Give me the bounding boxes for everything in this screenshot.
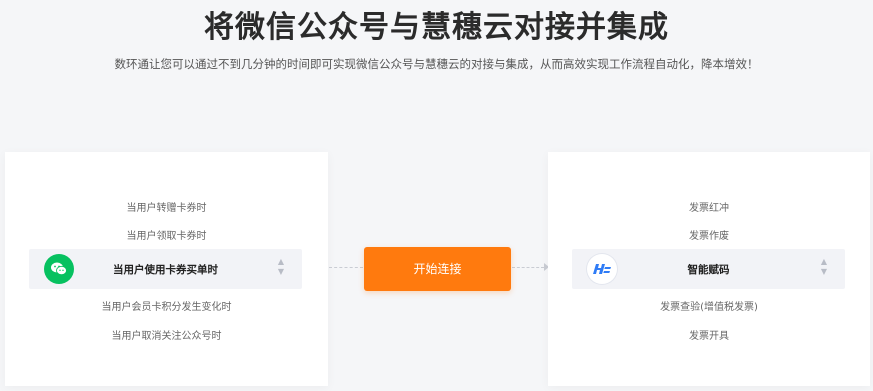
connector-line-left [329,267,363,268]
trigger-option[interactable]: 当用户取消关注公众号时 [5,327,328,342]
up-down-arrows-icon[interactable]: ▲ ▼ [819,257,829,281]
trigger-option[interactable]: 当用户转赠卡券时 [5,199,328,214]
start-connect-button[interactable]: 开始连接 [364,247,511,291]
trigger-panel: 当用户转赠卡券时 当用户领取卡券时 当用户使用卡券买单时 ▲ ▼ 当用户会员卡积分… [5,152,328,386]
trigger-option[interactable]: 当用户会员卡积分发生变化时 [5,298,328,313]
up-down-arrows-icon[interactable]: ▲ ▼ [276,257,286,281]
action-selected-label: 智能赋码 [687,264,730,276]
connector-line-right [512,267,544,268]
action-option[interactable]: 发票红冲 [548,199,870,214]
page-subtitle: 数环通让您可以通过不到几分钟的时间即可实现微信公众号与慧穗云的对接与集成，从而高… [114,57,759,71]
action-option[interactable]: 发票开具 [548,327,870,342]
action-option[interactable]: 发票作废 [548,227,870,242]
action-option[interactable]: 发票查验(增值税发票) [548,298,870,313]
action-selected-row[interactable]: 智能赋码 ▲ ▼ [572,249,845,289]
page-title: 将微信公众号与慧穗云对接并集成 [204,10,669,45]
trigger-selected-label: 当用户使用卡券买单时 [113,264,218,276]
trigger-option[interactable]: 当用户领取卡券时 [5,227,328,242]
trigger-selected-row[interactable]: 当用户使用卡券买单时 ▲ ▼ [29,249,302,289]
action-panel: 发票红冲 发票作废 智能赋码 ▲ ▼ 发票查验(增值税发票) 发票开具 [548,152,870,386]
